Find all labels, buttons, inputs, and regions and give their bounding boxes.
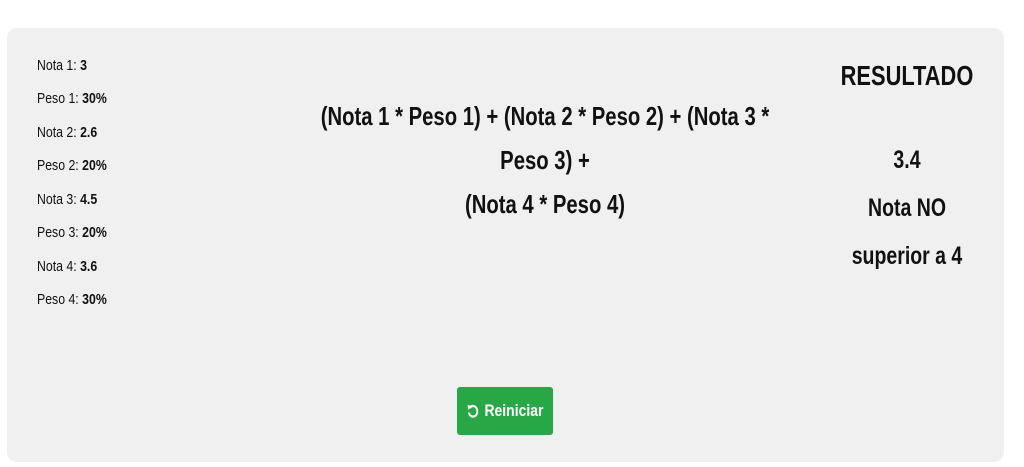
nota-2-line: Nota 2: 2.6 <box>37 125 185 141</box>
peso-3-label: Peso 3: <box>37 224 79 241</box>
reset-button-content: Reiniciar <box>467 401 544 421</box>
nota-2-label: Nota 2: <box>37 124 77 141</box>
peso-4-label: Peso 4: <box>37 291 79 308</box>
peso-1-line: Peso 1: 30% <box>37 91 185 107</box>
peso-2-value: 20% <box>82 157 107 174</box>
grade-item-1: Nota 1: 3 Peso 1: 30% <box>37 58 217 107</box>
formula-line-2: (Nota 4 * Peso 4) <box>464 189 626 219</box>
nota-1-label: Nota 1: <box>37 57 77 74</box>
reset-button[interactable]: Reiniciar <box>457 387 553 435</box>
peso-1-label: Peso 1: <box>37 90 79 107</box>
nota-3-label: Nota 3: <box>37 191 77 208</box>
rotate-left-icon <box>467 403 480 419</box>
result-block: 3.4 Nota NO superior a 4 <box>824 136 991 280</box>
nota-4-line: Nota 4: 3.6 <box>37 259 185 275</box>
grade-item-3: Nota 3: 4.5 Peso 3: 20% <box>37 192 217 241</box>
peso-2-label: Peso 2: <box>37 157 79 174</box>
peso-3-line: Peso 3: 20% <box>37 225 185 241</box>
grade-item-4: Nota 4: 3.6 Peso 4: 30% <box>37 259 217 308</box>
peso-4-line: Peso 4: 30% <box>37 292 185 308</box>
nota-4-label: Nota 4: <box>37 258 77 275</box>
nota-3-value: 4.5 <box>80 191 98 208</box>
result-value: 3.4 <box>893 146 921 174</box>
result-message-line-2: superior a 4 <box>851 242 963 270</box>
weighted-formula: (Nota 1 * Peso 1) + (Nota 2 * Peso 2) + … <box>315 94 775 226</box>
result-title: RESULTADO <box>840 60 974 91</box>
peso-3-value: 20% <box>82 224 107 241</box>
peso-4-value: 30% <box>82 291 107 308</box>
nota-1-line: Nota 1: 3 <box>37 58 185 74</box>
peso-1-value: 30% <box>82 90 107 107</box>
grades-list: Nota 1: 3 Peso 1: 30% Nota 2: 2.6 Peso 2… <box>37 58 217 326</box>
reset-button-label: Reiniciar <box>484 401 544 420</box>
nota-1-value: 3 <box>80 57 87 74</box>
nota-4-value: 3.6 <box>80 258 98 275</box>
peso-2-line: Peso 2: 20% <box>37 158 185 174</box>
formula-line-1: (Nota 1 * Peso 1) + (Nota 2 * Peso 2) + … <box>320 101 770 175</box>
grade-item-2: Nota 2: 2.6 Peso 2: 20% <box>37 125 217 174</box>
nota-2-value: 2.6 <box>80 124 98 141</box>
result-message-line-1: Nota NO <box>868 194 946 222</box>
nota-3-line: Nota 3: 4.5 <box>37 192 185 208</box>
